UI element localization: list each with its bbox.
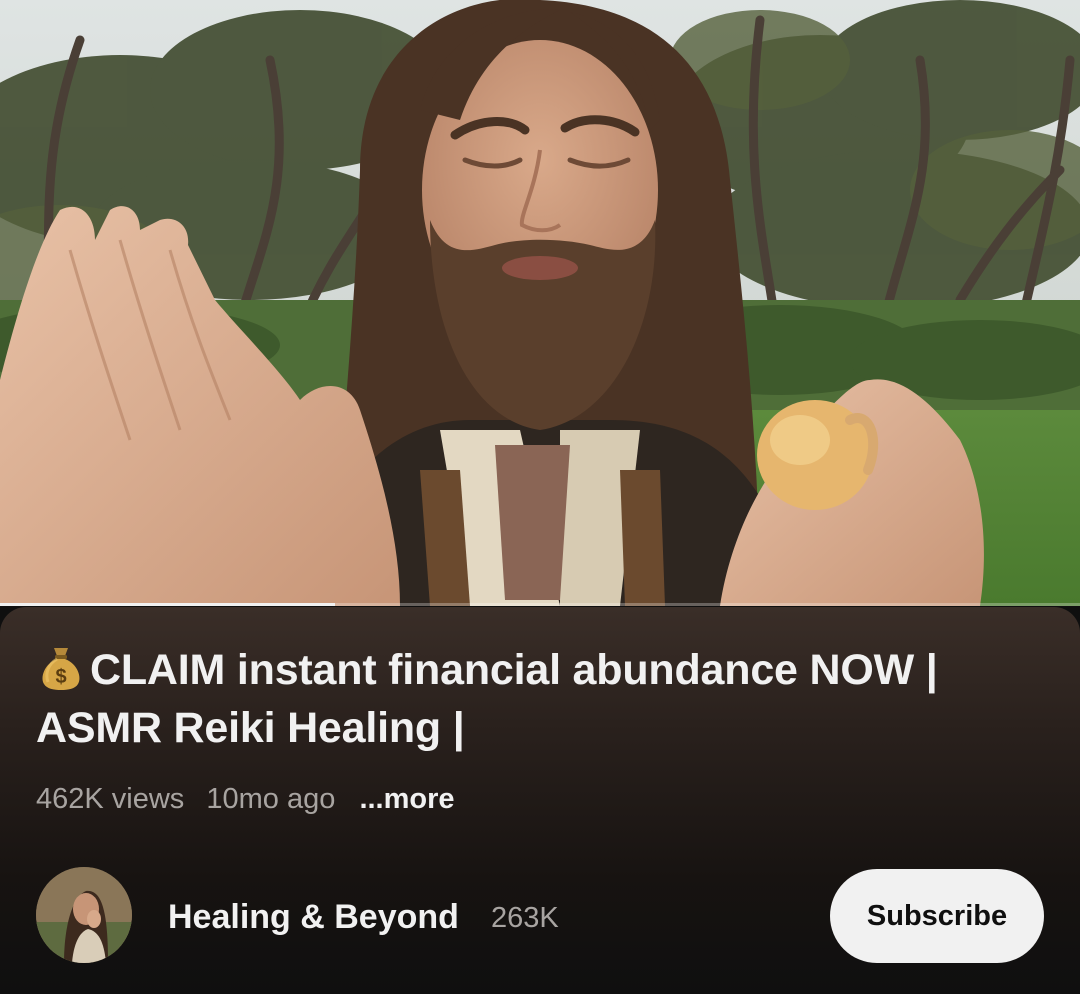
channel-name[interactable]: Healing & Beyond: [168, 897, 459, 937]
subscriber-count: 263K: [491, 902, 559, 934]
upload-age: 10mo ago: [206, 783, 336, 815]
svg-text:$: $: [56, 666, 67, 688]
video-info-panel: $ CLAIM instant financial abundance NOW …: [0, 607, 1080, 994]
video-title-text: CLAIM instant financial abundance NOW | …: [36, 646, 938, 752]
more-button[interactable]: ...more: [359, 783, 454, 815]
video-frame-illustration: [0, 0, 1080, 606]
view-count: 462K views: [36, 783, 185, 815]
channel-row: Healing & Beyond 263K Subscribe: [0, 867, 1080, 963]
channel-avatar[interactable]: [36, 867, 132, 963]
progress-bar-fill: [0, 603, 335, 606]
video-watch-screen: $ CLAIM instant financial abundance NOW …: [0, 0, 1080, 994]
progress-bar[interactable]: [0, 603, 1080, 606]
video-meta: 462K views 10mo ago ...more: [36, 781, 469, 817]
video-player[interactable]: [0, 0, 1080, 606]
subscribe-button[interactable]: Subscribe: [830, 869, 1044, 963]
avatar-image: [36, 867, 132, 963]
video-title[interactable]: $ CLAIM instant financial abundance NOW …: [36, 641, 1036, 757]
money-bag-icon: $: [42, 648, 80, 690]
